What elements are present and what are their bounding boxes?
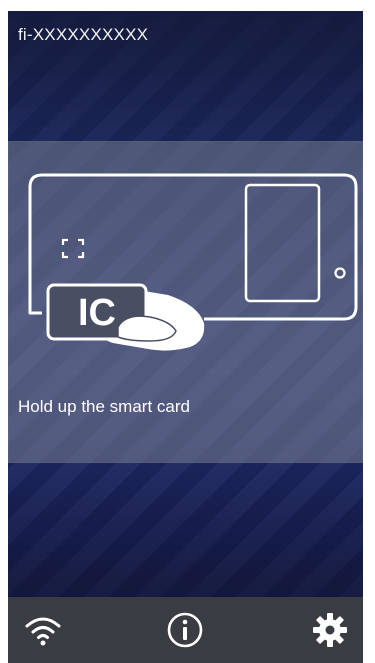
instruction-panel: IC Hold up the smart card [8,141,363,463]
instruction-text: Hold up the smart card [18,397,190,416]
sensor-bracket-icon [61,238,85,259]
smart-card-illustration: IC [28,173,358,351]
settings-button[interactable] [305,605,355,655]
info-icon [167,612,203,648]
wifi-icon [25,617,61,646]
app-screen: fi-XXXXXXXXXX IC Hold up the smart card [8,11,363,663]
wifi-button[interactable] [18,605,68,655]
bottom-toolbar [8,597,363,663]
gear-icon [313,613,347,647]
device-name: fi-XXXXXXXXXX [18,25,149,44]
scanner-panel [244,183,321,303]
card-chip-label: IC [78,292,116,334]
scanner-button-icon [334,267,346,279]
info-button[interactable] [160,605,210,655]
